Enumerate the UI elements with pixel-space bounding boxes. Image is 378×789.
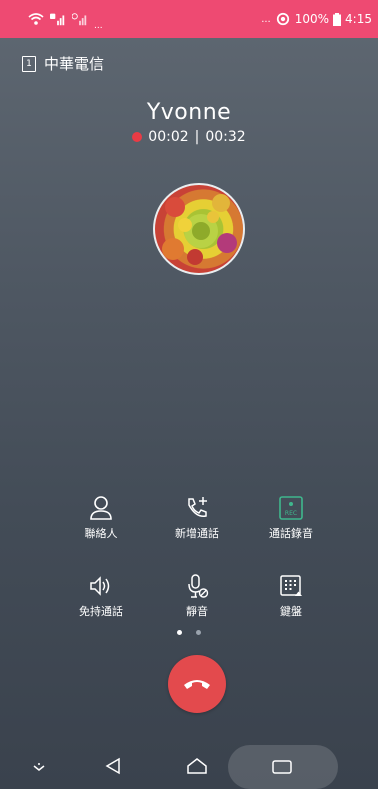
add-call-button[interactable]: 新增通話 xyxy=(152,495,242,541)
flower-photo xyxy=(162,194,237,265)
status-left: ... xyxy=(0,7,103,31)
page-indicator xyxy=(0,630,378,635)
contact-name: Yvonne xyxy=(146,100,232,125)
speaker-button[interactable]: 免持通話 xyxy=(56,573,146,619)
timer-separator: | xyxy=(194,129,200,145)
recent-apps-button[interactable] xyxy=(228,745,338,789)
battery-percent: 100% xyxy=(294,12,330,26)
speaker-label: 免持通話 xyxy=(79,605,123,618)
hang-up-icon xyxy=(184,680,210,689)
add-call-icon xyxy=(188,497,207,518)
caller-info: Yvonne 00:02 | 00:32 xyxy=(0,100,378,145)
mute-label: 靜音 xyxy=(186,605,208,618)
status-right-dots: ... xyxy=(261,13,271,25)
navigation-bar xyxy=(0,745,378,789)
mute-button[interactable]: 靜音 xyxy=(152,573,242,619)
keypad-button[interactable]: 鍵盤 xyxy=(246,573,336,619)
contacts-label: 聯絡人 xyxy=(84,527,118,540)
status-bar: ... ... 100% 4:15 xyxy=(0,0,378,38)
status-more-dots: ... xyxy=(94,21,103,31)
sim-card-icon: 1 xyxy=(22,55,36,72)
chevron-down-icon[interactable] xyxy=(32,763,46,773)
call-timer: 00:02 | 00:32 xyxy=(0,129,378,145)
carrier-label: 1 中華電信 xyxy=(22,53,104,74)
end-call-button[interactable] xyxy=(168,655,226,713)
elapsed-time: 00:02 xyxy=(148,129,189,145)
keypad-icon xyxy=(280,575,302,596)
rec-badge: REC xyxy=(285,510,297,517)
status-right: ... 100% 4:15 xyxy=(261,12,378,26)
record-time: 00:32 xyxy=(205,129,246,145)
sim-slot-number: 1 xyxy=(26,58,32,69)
page-dot xyxy=(196,630,201,635)
contacts-button[interactable]: 聯絡人 xyxy=(56,495,146,541)
wifi-icon xyxy=(28,13,44,25)
page-dot-active xyxy=(177,630,182,635)
back-icon[interactable] xyxy=(104,757,122,775)
recording-dot-icon xyxy=(132,132,143,142)
record-call-button[interactable]: REC 通話錄音 xyxy=(246,495,336,541)
signal-sim2-icon xyxy=(72,13,87,26)
home-icon[interactable] xyxy=(186,757,208,775)
speaker-icon xyxy=(90,576,110,596)
contact-avatar xyxy=(153,183,245,275)
battery-icon xyxy=(333,12,342,26)
sync-icon xyxy=(276,12,289,26)
add-call-label: 新增通話 xyxy=(175,527,219,540)
person-icon xyxy=(90,496,112,520)
microphone-mute-icon xyxy=(188,574,209,598)
keypad-label: 鍵盤 xyxy=(280,605,302,618)
record-label: 通話錄音 xyxy=(269,527,313,540)
call-screen: ... ... 100% 4:15 1 中華電信 Yvonne 00:02 | … xyxy=(0,0,378,789)
carrier-name: 中華電信 xyxy=(44,55,105,73)
status-time: 4:15 xyxy=(345,12,372,26)
recent-apps-icon xyxy=(272,760,292,774)
record-icon: REC xyxy=(279,496,303,520)
signal-sim1-icon xyxy=(50,13,65,26)
